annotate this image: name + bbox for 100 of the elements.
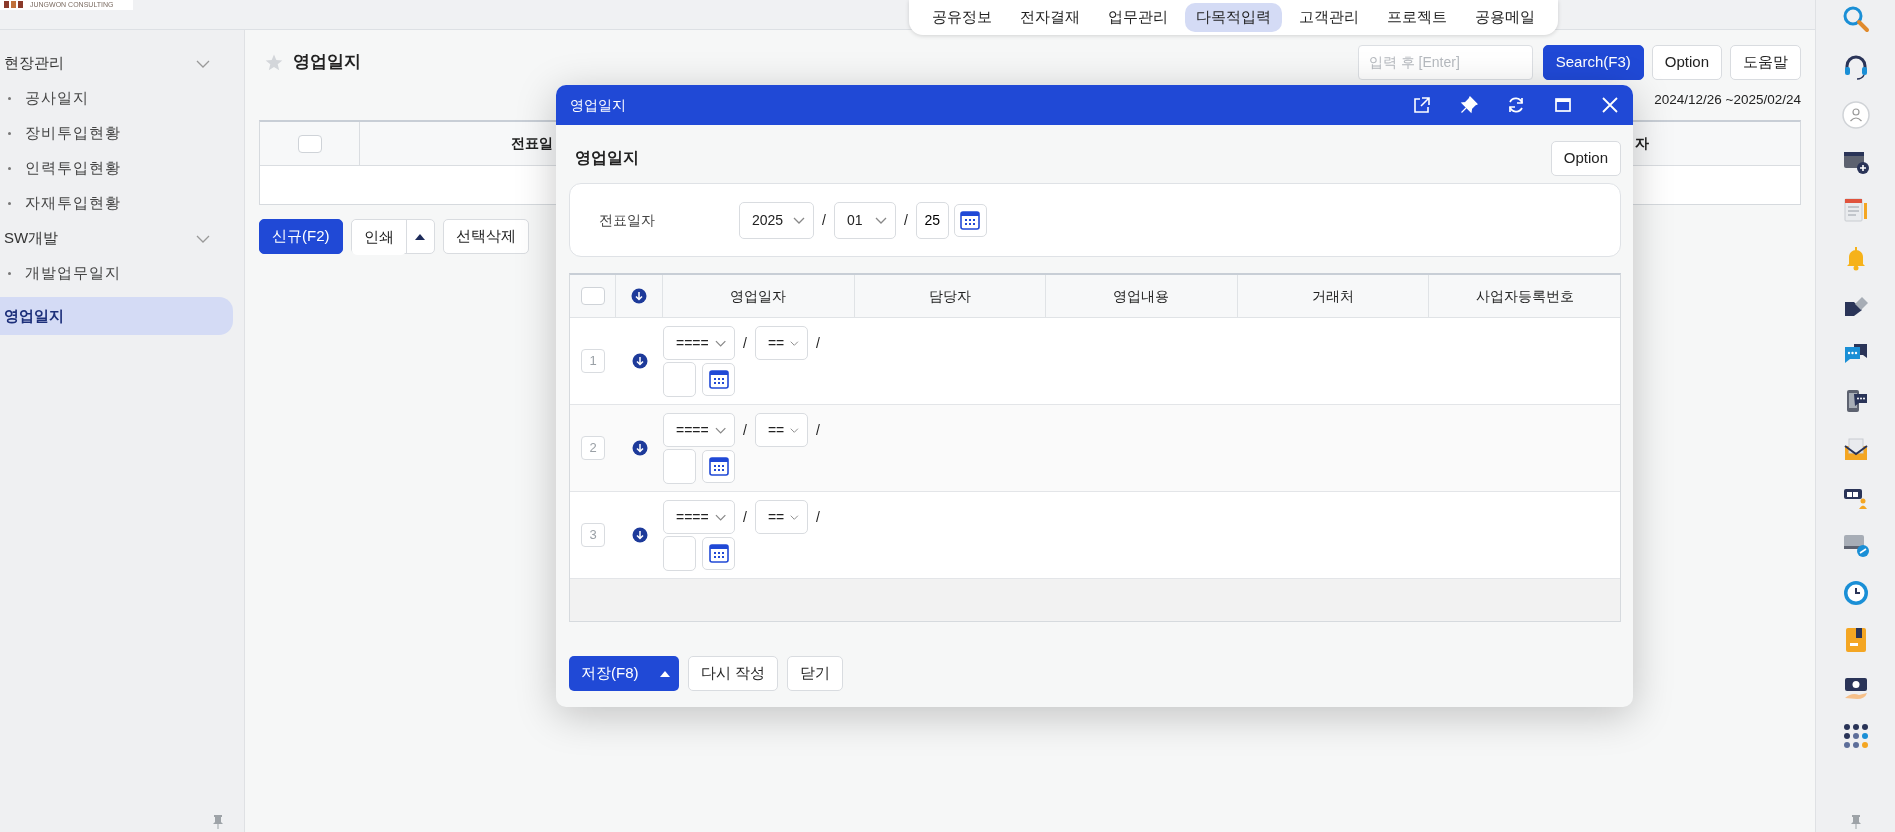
menu-item[interactable]: 장비투입현황 — [25, 122, 121, 145]
menu-item[interactable]: 영업일지 — [0, 297, 233, 335]
date-separator: / — [743, 420, 747, 440]
button[interactable]: 선택삭제 — [442, 219, 529, 254]
year-select[interactable]: ==== — [663, 326, 735, 360]
year-select[interactable]: ==== — [663, 413, 735, 447]
notepad-icon[interactable] — [1841, 196, 1870, 225]
bullet-icon — [8, 202, 11, 205]
date-separator: / — [815, 420, 820, 440]
row-number: 2 — [581, 436, 605, 460]
caret-icon — [659, 670, 670, 677]
date-separator: / — [743, 333, 747, 353]
calendar-button[interactable] — [702, 363, 735, 396]
nav-tab[interactable]: 고객관리 — [1288, 3, 1370, 32]
menu-group-label[interactable]: SW개발 — [4, 227, 59, 250]
row-number: 1 — [581, 349, 605, 373]
calendar-icon — [708, 544, 729, 563]
search-field[interactable]: 입력 후 [Enter] — [1357, 44, 1533, 80]
page-title: 영업일지 — [293, 51, 361, 74]
down-arrow-circle-icon[interactable] — [631, 288, 647, 304]
button[interactable]: 도움말 — [1730, 44, 1801, 80]
column-header: 사업자등록번호 — [1475, 286, 1574, 306]
menu-item[interactable]: 인력투입현황 — [25, 157, 121, 180]
caret-icon — [415, 233, 425, 240]
close-icon[interactable] — [1600, 96, 1619, 114]
search-icon[interactable] — [1841, 5, 1870, 33]
bullet-icon — [8, 167, 11, 170]
dialog-title: 영업일지 — [570, 95, 627, 115]
app-grid-icon[interactable] — [1841, 721, 1870, 750]
refresh-icon[interactable] — [1506, 96, 1525, 114]
chevron-icon — [790, 339, 799, 347]
form-title: 영업일지 — [575, 148, 639, 168]
checkbox[interactable] — [580, 287, 605, 305]
column-header: 담당자 — [928, 286, 971, 306]
maximize-icon[interactable] — [1553, 96, 1572, 114]
menu-group-label[interactable]: 현장관리 — [4, 52, 64, 75]
date-separator: / — [743, 507, 747, 527]
day-field[interactable] — [663, 449, 696, 484]
month-select[interactable]: == — [754, 413, 808, 447]
chevron-icon — [790, 426, 799, 434]
calendar-button[interactable] — [702, 537, 735, 570]
menu-item[interactable]: 공사일지 — [25, 87, 89, 110]
chevron-icon — [714, 339, 726, 347]
month-select[interactable]: 01 — [833, 201, 896, 239]
menu-item[interactable]: 자재투입현황 — [25, 192, 121, 215]
column-header: 영업일자 — [730, 286, 787, 306]
option-button[interactable]: Option — [1550, 140, 1621, 176]
column-header: 영업내용 — [1113, 286, 1170, 306]
date-separator: / — [903, 210, 908, 230]
calendar-icon — [708, 457, 729, 476]
column-header: 자 — [1635, 135, 1649, 151]
clock-icon[interactable] — [1841, 578, 1870, 607]
button[interactable]: Search(F3) — [1542, 44, 1644, 80]
nav-tab[interactable]: 공용메일 — [1464, 3, 1546, 32]
menu-item[interactable]: 개발업무일지 — [25, 262, 121, 285]
checkbox[interactable] — [297, 134, 322, 153]
chevron-icon — [793, 216, 805, 224]
calendar-icon — [960, 210, 981, 230]
external-link-icon[interactable] — [1412, 96, 1431, 114]
down-arrow-circle-icon[interactable] — [631, 353, 648, 369]
year-select[interactable]: 2025 — [739, 201, 814, 239]
button[interactable]: 신규(F2) — [259, 219, 343, 254]
button[interactable]: 다시 작성 — [687, 656, 778, 691]
bullet-icon — [8, 97, 11, 100]
calendar-button[interactable] — [702, 450, 735, 483]
date-range-text: 2024/12/26 ~2025/02/24 — [1654, 91, 1801, 109]
day-field[interactable] — [663, 536, 696, 571]
month-select[interactable]: == — [754, 500, 808, 534]
field-label: 전표일자 — [599, 210, 656, 230]
calendar-icon — [708, 370, 729, 389]
nav-tab[interactable]: 공유정보 — [921, 3, 1003, 32]
row-number: 3 — [581, 523, 605, 547]
pin-icon[interactable] — [1459, 96, 1478, 114]
star-icon[interactable] — [265, 53, 283, 71]
button[interactable]: Option — [1651, 44, 1722, 80]
calendar-button[interactable] — [953, 203, 987, 237]
bullet-icon — [8, 132, 11, 135]
down-arrow-circle-icon[interactable] — [631, 527, 648, 543]
date-separator: / — [815, 333, 820, 353]
nav-tab[interactable]: 다목적입력 — [1185, 3, 1282, 32]
bullet-icon — [8, 272, 11, 275]
column-header: 거래처 — [1312, 286, 1355, 306]
print-button[interactable]: 인쇄 — [351, 220, 406, 255]
logo-mark-icon — [4, 1, 24, 9]
day-field[interactable] — [663, 362, 696, 397]
button[interactable]: 닫기 — [786, 656, 843, 691]
down-arrow-circle-icon[interactable] — [631, 440, 648, 456]
year-select[interactable]: ==== — [663, 500, 735, 534]
chevron-icon — [790, 513, 799, 521]
column-header: 전표일 — [511, 135, 553, 151]
nav-tab[interactable]: 프로젝트 — [1376, 3, 1458, 32]
nav-tab[interactable]: 업무관리 — [1097, 3, 1179, 32]
date-separator: / — [822, 210, 826, 230]
chevron-icon — [714, 513, 726, 521]
chevron-icon — [874, 216, 887, 224]
date-separator: / — [815, 507, 820, 527]
nav-tab[interactable]: 전자결재 — [1009, 3, 1091, 32]
month-select[interactable]: == — [754, 326, 808, 360]
day-field[interactable]: 25 — [915, 201, 949, 239]
chevron-icon — [714, 426, 726, 434]
